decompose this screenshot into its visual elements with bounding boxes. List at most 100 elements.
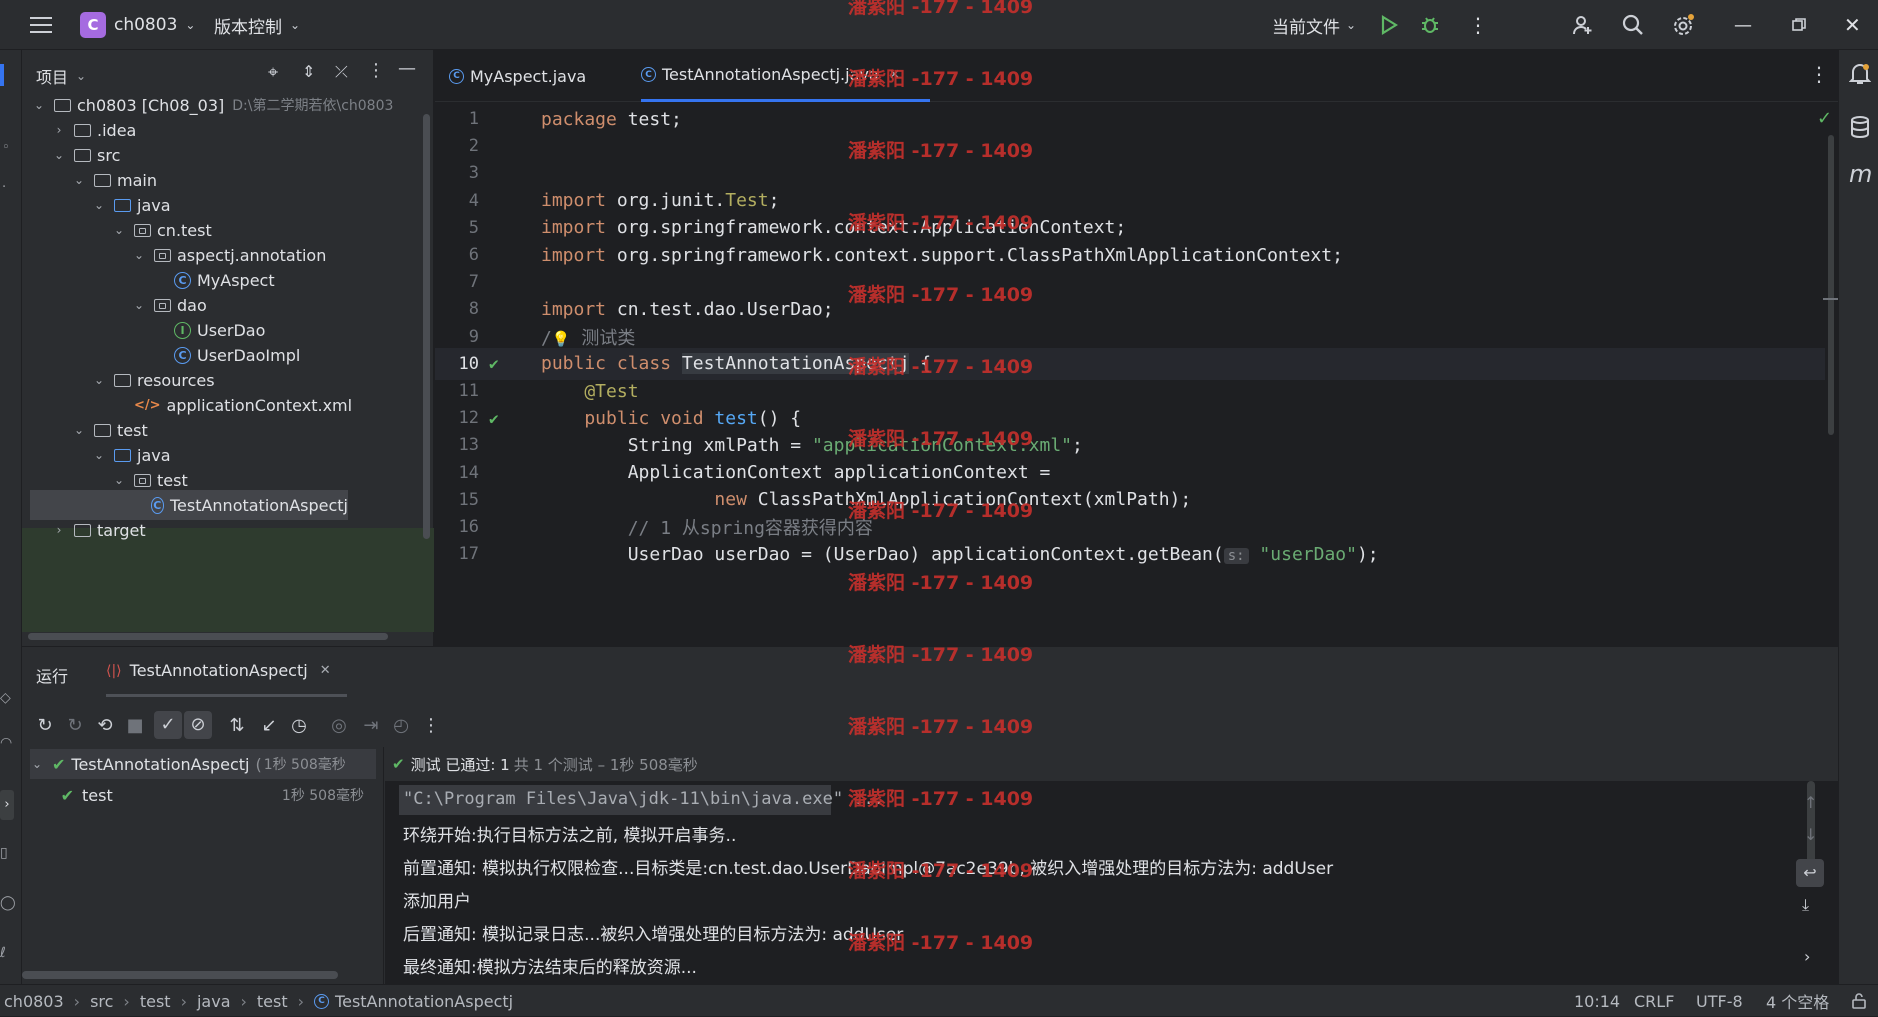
breadcrumb-item[interactable]: ch0803: [4, 992, 64, 1011]
more-icon[interactable]: ⋮: [416, 715, 446, 736]
scroll-to-end-icon[interactable]: ⤓: [1802, 895, 1809, 915]
add-user-button[interactable]: [1572, 0, 1594, 50]
main-menu-icon[interactable]: [30, 0, 52, 50]
build-tool-icon[interactable]: ◠: [0, 735, 12, 751]
tree-vertical-scrollbar[interactable]: [423, 114, 430, 539]
indent-setting[interactable]: 4 个空格: [1766, 985, 1829, 1017]
sort-icon[interactable]: ⇅: [220, 715, 254, 736]
chevron-down-icon: ⌄: [1346, 18, 1357, 32]
tree-item[interactable]: › target: [22, 515, 434, 545]
watermark-text: 潘紫阳 -177 - 1409: [848, 212, 1034, 234]
more-actions-icon[interactable]: ⋮: [1468, 0, 1488, 50]
breadcrumb: ch0803 › src › test › java › test › C TestAnnotatio…: [4, 985, 513, 1017]
close-tab-icon[interactable]: ✕: [320, 663, 331, 678]
module-folder-icon: [54, 98, 71, 112]
show-passed-icon[interactable]: ✓: [154, 711, 182, 739]
breadcrumb-item[interactable]: TestAnnotationAspectj: [335, 992, 513, 1011]
run-config-selector[interactable]: 当前文件 ⌄: [1272, 0, 1356, 50]
tree-item-label: TestAnnotationAspectj: [169, 495, 348, 515]
run-test-gutter-icon[interactable]: ✔: [489, 409, 499, 428]
run-config-label: 当前文件: [1272, 17, 1340, 38]
notifications-icon[interactable]: [1848, 62, 1872, 90]
breadcrumb-item[interactable]: test: [140, 992, 171, 1011]
editor-scrollbar[interactable]: [1828, 135, 1834, 435]
locate-file-icon[interactable]: ⌖: [268, 62, 278, 83]
test-case-row[interactable]: ✔ test 1秒 508毫秒: [30, 780, 376, 810]
scroll-down-icon[interactable]: ↓: [1804, 825, 1817, 844]
show-ignored-icon[interactable]: ⊘: [184, 711, 212, 739]
commit-tool-icon[interactable]: ◦: [2, 140, 10, 155]
options-icon[interactable]: ⋮: [367, 60, 385, 81]
project-panel-header[interactable]: 项目 ⌄: [36, 64, 86, 88]
caret-position[interactable]: 10:14: [1574, 985, 1620, 1017]
services-tool-icon[interactable]: ◇: [0, 690, 11, 706]
toggle-auto-test-icon[interactable]: ⟲: [90, 715, 120, 736]
expand-icon[interactable]: ›: [1804, 947, 1810, 966]
screenshot-icon[interactable]: ◎: [322, 715, 356, 736]
project-badge: C: [80, 12, 106, 38]
tree-horizontal-scrollbar[interactable]: [28, 633, 388, 640]
test-tree-scrollbar[interactable]: [22, 971, 338, 979]
vcs-tool-icon[interactable]: ℓ: [0, 945, 6, 961]
rerun-icon[interactable]: ↻: [30, 715, 60, 736]
test-suite-row[interactable]: ⌄ ✔ TestAnnotationAspectj ( 1秒 508毫秒: [30, 749, 376, 779]
export-icon[interactable]: ⇥: [356, 715, 386, 736]
close-window-icon[interactable]: ✕: [1844, 0, 1861, 50]
restore-button[interactable]: [1792, 0, 1806, 50]
code-token: import: [541, 190, 607, 212]
chevron-down-icon: ⌄: [133, 298, 145, 312]
scroll-marker: [1823, 298, 1839, 300]
run-test-gutter-icon[interactable]: ✔: [489, 354, 499, 373]
import-tests-icon[interactable]: ↙: [254, 715, 284, 736]
tab-label: MyAspect.java: [470, 66, 587, 86]
tree-item-label: test: [117, 420, 148, 440]
readonly-lock-icon[interactable]: [1852, 985, 1866, 1017]
package-icon: [154, 298, 171, 312]
scroll-up-icon[interactable]: ↑: [1804, 793, 1817, 812]
file-encoding[interactable]: UTF-8: [1696, 985, 1743, 1017]
maven-icon[interactable]: m: [1849, 160, 1872, 188]
watermark-text: 潘紫阳 -177 - 1409: [848, 356, 1034, 378]
console-output[interactable]: "C:\Program Files\Java\jdk-11\bin\java.e…: [385, 781, 1838, 985]
settings-button[interactable]: [1672, 0, 1696, 50]
project-switcher[interactable]: C ch0803 ⌄: [80, 0, 195, 50]
project-tool-icon[interactable]: [0, 64, 4, 86]
hide-panel-icon[interactable]: —: [398, 58, 416, 79]
line-separator[interactable]: CRLF: [1634, 985, 1674, 1017]
tree-item-label: target: [97, 520, 146, 540]
debug-button[interactable]: [1420, 0, 1440, 50]
passed-check-icon: ✔: [52, 754, 66, 774]
tab-options-icon[interactable]: ⋮: [1809, 62, 1829, 86]
resources-folder-icon: [114, 373, 131, 387]
minimize-icon[interactable]: —: [1734, 0, 1752, 50]
project-panel-title: 项目: [36, 68, 69, 87]
breadcrumb-separator-icon: ›: [297, 991, 305, 1011]
vcs-menu[interactable]: 版本控制 ⌄: [214, 0, 300, 50]
terminal-tool-icon[interactable]: ▯: [0, 845, 8, 861]
rerun-failed-icon[interactable]: ↻: [60, 715, 90, 736]
search-button[interactable]: [1622, 0, 1644, 50]
collapse-all-icon[interactable]: ⤫: [335, 62, 348, 82]
run-tool-icon[interactable]: ›: [0, 790, 14, 820]
stop-icon[interactable]: ■: [120, 715, 150, 736]
expand-all-icon[interactable]: ⇕: [302, 62, 315, 81]
line-number: 1: [468, 109, 479, 129]
coverage-icon[interactable]: ◴: [386, 715, 416, 736]
structure-tool-icon[interactable]: ·: [2, 180, 6, 195]
history-icon[interactable]: ◷: [284, 715, 314, 736]
breadcrumb-item[interactable]: java: [197, 992, 231, 1011]
folder-icon: [74, 148, 91, 162]
code-text: public void test() {: [541, 408, 801, 429]
code-editor[interactable]: 1 package test; 2 3 4 import org.junit.Test; 5…: [435, 103, 1825, 646]
soft-wrap-icon[interactable]: ↩: [1796, 859, 1824, 887]
run-button[interactable]: [1380, 0, 1398, 50]
problems-tool-icon[interactable]: ◯: [0, 895, 16, 911]
database-icon[interactable]: [1850, 115, 1870, 143]
breadcrumb-item[interactable]: test: [257, 992, 288, 1011]
tab-myaspect[interactable]: C MyAspect.java: [449, 50, 586, 102]
code-token: import: [541, 244, 607, 266]
watermark-text: 潘紫阳 -177 - 1409: [848, 932, 1034, 954]
lightbulb-icon[interactable]: 💡: [552, 330, 571, 348]
run-tab[interactable]: ⟨|⟩ TestAnnotationAspectj ✕: [106, 647, 347, 697]
breadcrumb-item[interactable]: src: [90, 992, 113, 1011]
